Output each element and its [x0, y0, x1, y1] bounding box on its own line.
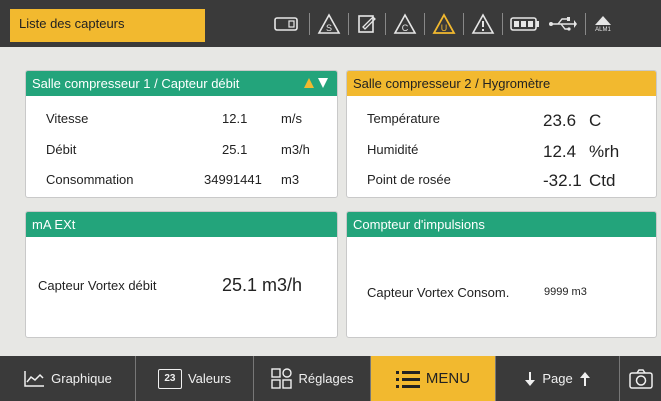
- warning-s-icon: S: [317, 11, 341, 37]
- panel-flow-sensor[interactable]: Salle compresseur 1 / Capteur débit Vite…: [25, 70, 338, 198]
- row-label: Température: [367, 111, 440, 126]
- edit-note-icon: [356, 11, 378, 37]
- sort-arrows-icon[interactable]: [303, 77, 329, 92]
- row-label: Vitesse: [46, 111, 89, 126]
- arrow-down-icon: [524, 371, 536, 387]
- panel-hygrometer-header: Salle compresseur 2 / Hygromètre: [347, 71, 656, 96]
- row-value: 23.6: [543, 111, 577, 130]
- menu-button[interactable]: MENU: [371, 356, 496, 401]
- row-unit: %rh: [589, 142, 620, 161]
- panel-hygrometer[interactable]: Salle compresseur 2 / Hygromètre Tempéra…: [346, 70, 657, 198]
- alarm-label: ALM1: [595, 26, 611, 33]
- sensor-label: Capteur Vortex Consom.: [367, 285, 510, 300]
- page-title[interactable]: Liste des capteurs: [10, 9, 205, 42]
- values-button[interactable]: 23 Valeurs: [136, 356, 254, 401]
- usb-icon: [548, 11, 578, 37]
- row-unit: Ctd: [589, 171, 616, 190]
- status-icons: S C U ALM1: [270, 10, 617, 38]
- panel-flow-sensor-title: Salle compresseur 1 / Capteur débit: [32, 76, 240, 91]
- panel-pulse-counter-header: Compteur d'impulsions: [347, 212, 656, 237]
- row-unit: m/s: [281, 111, 302, 126]
- row-unit: m3: [281, 172, 300, 187]
- settings-grid-icon: [270, 367, 293, 390]
- camera-button[interactable]: [620, 356, 661, 401]
- panel-ma-ext-title: mA EXt: [32, 217, 76, 232]
- graph-button[interactable]: Graphique: [0, 356, 136, 401]
- row-label: Débit: [46, 142, 77, 157]
- camera-icon: [628, 368, 653, 389]
- row-unit: C: [589, 111, 602, 130]
- panel-flow-sensor-header: Salle compresseur 1 / Capteur débit: [26, 71, 337, 96]
- sensor-label: Capteur Vortex débit: [38, 278, 157, 293]
- menu-label: MENU: [425, 370, 471, 387]
- row-label: Consommation: [46, 172, 134, 187]
- chart-icon: [23, 370, 45, 388]
- panel-pulse-counter[interactable]: Compteur d'impulsions Capteur Vortex Con…: [346, 211, 657, 338]
- top-bar: Liste des capteurs S C U ALM1: [0, 0, 661, 47]
- panel-ma-ext-header: mA EXt: [26, 212, 337, 237]
- alarm-icon: ALM1: [593, 11, 613, 37]
- warning-c-icon: C: [393, 11, 417, 37]
- row-value: 12.1: [222, 111, 248, 126]
- menu-icon: [395, 370, 420, 388]
- page-button[interactable]: Page: [496, 356, 620, 401]
- warning-icon: [471, 11, 495, 37]
- sd-card-icon: [274, 11, 302, 37]
- settings-label: Réglages: [298, 371, 354, 386]
- bottom-toolbar: Graphique 23 Valeurs Réglages MENU Page: [0, 356, 661, 401]
- values-label: Valeurs: [187, 371, 232, 386]
- row-value: -32.1: [543, 171, 582, 190]
- graph-label: Graphique: [51, 371, 112, 386]
- arrow-up-icon: [579, 371, 591, 387]
- settings-button[interactable]: Réglages: [254, 356, 371, 401]
- row-label: Humidité: [367, 142, 419, 157]
- panel-ma-ext[interactable]: mA EXt Capteur Vortex débit 25.1 m3/h: [25, 211, 338, 338]
- svg-text:S: S: [326, 23, 332, 33]
- sensor-value: 25.1 m3/h: [222, 275, 303, 295]
- svg-text:U: U: [441, 23, 448, 33]
- row-value: 34991441: [204, 172, 262, 187]
- panel-hygrometer-title: Salle compresseur 2 / Hygromètre: [353, 76, 551, 91]
- row-value: 25.1: [222, 142, 248, 157]
- warning-u-icon: U: [432, 11, 456, 37]
- row-value: 12.4: [543, 142, 577, 161]
- battery-icon: [510, 11, 540, 37]
- panel-pulse-counter-title: Compteur d'impulsions: [353, 217, 485, 232]
- row-unit: m3/h: [281, 142, 310, 157]
- sensor-value: 9999 m3: [544, 286, 587, 298]
- row-label: Point de rosée: [367, 172, 451, 187]
- svg-text:C: C: [402, 23, 409, 33]
- calendar-icon: 23: [157, 368, 182, 389]
- values-badge: 23: [164, 373, 176, 384]
- page-label: Page: [542, 371, 573, 386]
